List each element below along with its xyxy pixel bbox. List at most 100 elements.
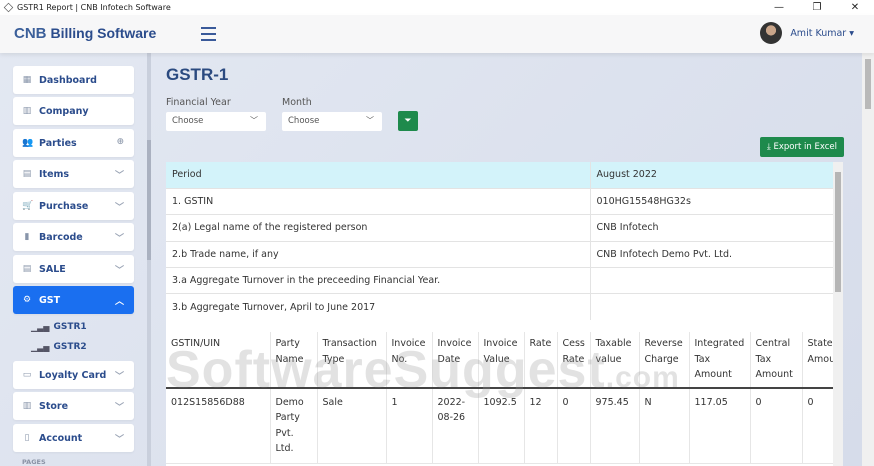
sidebar-item-account[interactable]: ▯ Account ﹀ — [13, 424, 134, 452]
scroll-thumb[interactable] — [835, 172, 841, 292]
column-header: Cess Rate — [557, 332, 591, 389]
table-cell: 117.05 — [689, 387, 751, 464]
sidebar-item-label: Barcode — [39, 231, 83, 243]
sidebar-item-label: Items — [39, 168, 70, 180]
sidebar-item-label: SALE — [39, 263, 66, 275]
menu-icon: ▥ — [22, 106, 32, 116]
select-value: Choose — [288, 116, 320, 126]
add-icon[interactable]: ⊕ — [116, 137, 124, 147]
column-header: State Tax Amount — [802, 332, 833, 389]
sidebar-scroll-thumb[interactable] — [147, 140, 151, 260]
info-value — [590, 267, 833, 295]
close-button[interactable]: ✕ — [836, 0, 874, 15]
app-header: CNB Billing Software Amit Kumar ▾ — [0, 15, 874, 53]
table-cell: 012S15856D88 — [166, 387, 271, 464]
window-title: GSTR1 Report | CNB Infotech Software — [17, 3, 171, 12]
sidebar-item-barcode[interactable]: ▮ Barcode ﹀ — [13, 223, 134, 251]
page-title: GSTR-1 — [166, 65, 229, 84]
chart-icon: ▁▃▅ — [31, 322, 50, 332]
sidebar-item-parties[interactable]: 👥 Parties ⊕ — [13, 129, 134, 157]
subitem-label: GSTR2 — [53, 342, 87, 352]
maximize-button[interactable]: ❐ — [798, 0, 836, 15]
column-header: Taxable value — [590, 332, 640, 389]
menu-icon: ▥ — [22, 401, 32, 411]
info-row: 3.b Aggregate Turnover, April to June 20… — [166, 293, 833, 321]
export-excel-button[interactable]: ⤓ Export in Excel — [760, 137, 844, 157]
info-row: 3.a Aggregate Turnover in the preceeding… — [166, 267, 833, 295]
brand-logo[interactable]: CNB Billing Software — [14, 25, 156, 42]
chevron-icon: ﹀ — [114, 372, 124, 382]
column-header: Integrated Tax Amount — [689, 332, 751, 389]
info-value: August 2022 — [590, 162, 833, 189]
subitem-label: GSTR1 — [53, 322, 87, 332]
column-header: Invoice Date — [432, 332, 479, 389]
chevron-down-icon: ﹀ — [250, 116, 258, 125]
month-select[interactable]: Choose ﹀ — [282, 112, 382, 131]
title-bar: GSTR1 Report | CNB Infotech Software — ❐ ✕ — [0, 0, 874, 15]
table-cell: Demo Party Pvt. Ltd. — [270, 387, 318, 464]
table-cell: 0 — [557, 387, 591, 464]
sidebar-item-sale[interactable]: ▤ SALE ﹀ — [13, 255, 134, 283]
chevron-down-icon: ﹀ — [366, 116, 374, 125]
info-row: 2.b Trade name, if any CNB Infotech Demo … — [166, 241, 833, 269]
page-scrollbar[interactable] — [862, 53, 874, 466]
column-header: Reverse Charge — [639, 332, 690, 389]
menu-icon: ▯ — [24, 433, 30, 443]
menu-icon: ▮ — [24, 232, 30, 242]
hamburger-menu-icon[interactable] — [201, 27, 216, 45]
filter-button[interactable]: ⏷ — [398, 111, 418, 131]
menu-icon: ▭ — [22, 370, 32, 380]
menu-icon: ▤ — [22, 169, 32, 179]
sidebar-item-label: GST — [39, 294, 61, 306]
menu-icon: 👥 — [22, 138, 34, 148]
sidebar-subitem-gstr2[interactable]: ▁▃▅ GSTR2 — [31, 342, 87, 352]
table-cell: 0 — [750, 387, 803, 464]
user-name: Amit Kumar ▾ — [790, 27, 854, 39]
chevron-icon: ﹀ — [114, 266, 124, 276]
sidebar-item-gst[interactable]: ⚙ GST ︿ — [13, 286, 134, 314]
sidebar-item-dashboard[interactable]: ▦ Dashboard — [13, 66, 134, 94]
table-scrollbar[interactable] — [833, 162, 843, 466]
minimize-button[interactable]: — — [760, 0, 798, 15]
app-icon — [3, 2, 14, 13]
sidebar-item-label: Account — [39, 432, 83, 444]
chevron-icon: ﹀ — [114, 203, 124, 213]
sidebar-item-label: Dashboard — [39, 74, 97, 86]
sidebar-item-loyalty-card[interactable]: ▭ Loyalty Card ﹀ — [13, 361, 134, 389]
sidebar-item-label: Company — [39, 105, 89, 117]
table-cell: 1092.5 — [478, 387, 525, 464]
table-cell: Sale — [317, 387, 387, 464]
menu-icon: ▤ — [22, 264, 32, 274]
menu-icon: ⚙ — [22, 295, 32, 305]
info-label: 3.a Aggregate Turnover in the preceeding… — [166, 267, 591, 295]
menu-icon: 🛒 — [22, 201, 34, 211]
sidebar-item-label: Purchase — [39, 200, 89, 212]
scroll-thumb[interactable] — [865, 59, 871, 109]
invoice-table: GSTIN/UIN Party Name Transaction Type Invoi… — [166, 332, 833, 464]
column-header: Rate — [524, 332, 558, 389]
financial-year-select[interactable]: Choose ﹀ — [166, 112, 266, 131]
sidebar-item-items[interactable]: ▤ Items ﹀ — [13, 160, 134, 188]
column-header: Transaction Type — [317, 332, 387, 389]
table-cell: 1 — [386, 387, 433, 464]
sidebar-item-label: Store — [39, 400, 69, 412]
table-cell: 0 — [802, 387, 833, 464]
sidebar-subitem-gstr1[interactable]: ▁▃▅ GSTR1 — [31, 322, 87, 332]
chevron-icon: ︿ — [114, 297, 124, 307]
table-cell: N — [639, 387, 690, 464]
sidebar-item-purchase[interactable]: 🛒 Purchase ﹀ — [13, 192, 134, 220]
column-header: Central Tax Amount — [750, 332, 803, 389]
sidebar-item-company[interactable]: ▥ Company — [13, 97, 134, 125]
table-cell: 2022-08-26 — [432, 387, 479, 464]
user-menu[interactable]: Amit Kumar ▾ — [760, 22, 854, 44]
menu-icon: ▦ — [22, 75, 32, 85]
filter-icon: ⏷ — [404, 116, 412, 126]
gstr-info-table: Period August 2022 1. GSTIN 010HG15548HG32s… — [166, 162, 833, 321]
month-label: Month — [282, 97, 312, 108]
column-header: GSTIN/UIN — [166, 332, 271, 389]
sidebar-item-store[interactable]: ▥ Store ﹀ — [13, 392, 134, 420]
chevron-icon: ﹀ — [114, 435, 124, 445]
brand-name: Billing Software — [50, 25, 157, 41]
info-label: 3.b Aggregate Turnover, April to June 20… — [166, 293, 591, 321]
column-header: Party Name — [270, 332, 318, 389]
